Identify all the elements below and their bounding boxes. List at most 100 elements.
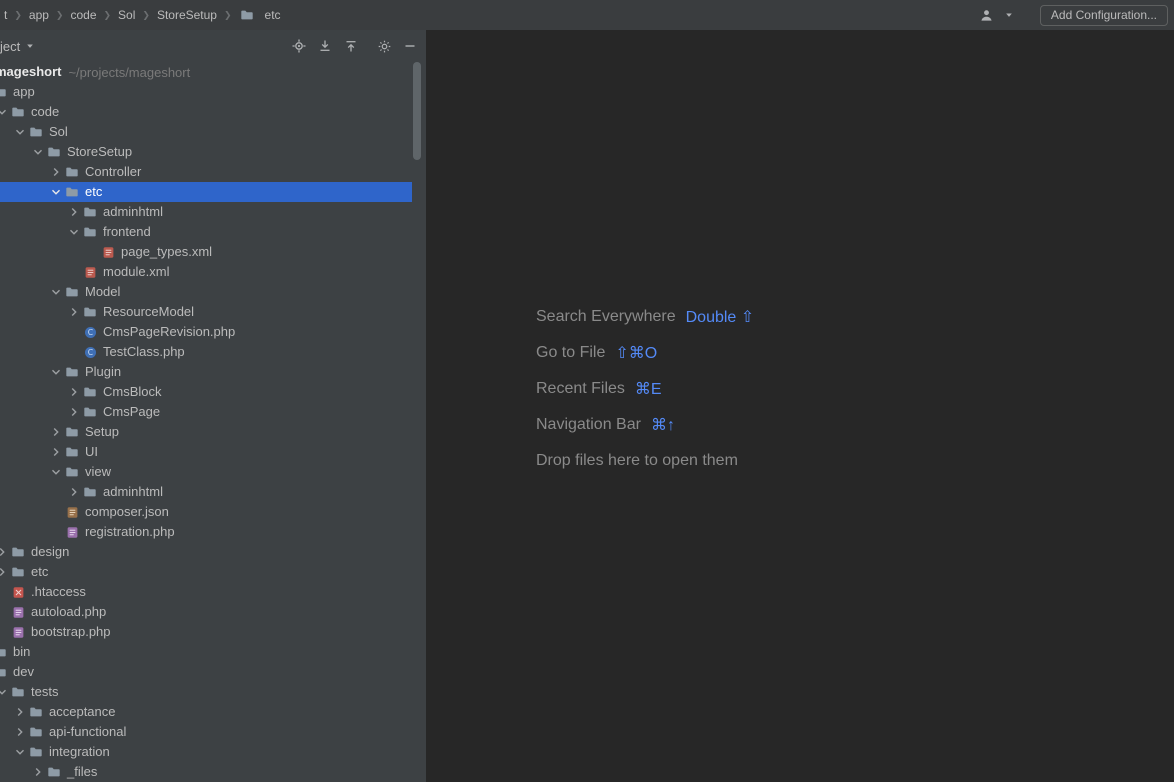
tree-item-label: view bbox=[85, 462, 111, 482]
xml-icon bbox=[100, 244, 116, 260]
tree-row[interactable]: module.xml bbox=[0, 262, 412, 282]
user-menu-button[interactable] bbox=[979, 7, 1022, 23]
collapse-all-button[interactable] bbox=[343, 38, 359, 54]
tree-row[interactable]: frontend bbox=[0, 222, 412, 242]
breadcrumb-item[interactable]: StoreSetup bbox=[157, 8, 217, 22]
breadcrumb-item[interactable]: app bbox=[29, 8, 49, 22]
chevron-down-icon[interactable] bbox=[48, 464, 64, 480]
tree-item-label: frontend bbox=[103, 222, 151, 242]
shortcut-hint-line: Recent Files⌘E bbox=[536, 371, 754, 407]
chevron-right-icon[interactable] bbox=[48, 424, 64, 440]
breadcrumb-item[interactable]: t bbox=[4, 8, 7, 22]
breadcrumb-label: etc bbox=[265, 8, 281, 22]
folder-icon bbox=[64, 464, 80, 480]
settings-button[interactable] bbox=[376, 38, 392, 54]
project-toolbar bbox=[291, 38, 426, 54]
tree-item-label: _files bbox=[67, 762, 97, 782]
expand-all-button[interactable] bbox=[317, 38, 333, 54]
tree-row[interactable]: tests bbox=[0, 682, 412, 702]
arrow-up-to-line-icon bbox=[343, 38, 359, 54]
tree-row[interactable]: etc bbox=[0, 562, 412, 582]
tree-row[interactable]: CmsPage bbox=[0, 402, 412, 422]
select-opened-file-button[interactable] bbox=[291, 38, 307, 54]
project-view-selector[interactable]: ject bbox=[0, 39, 35, 54]
breadcrumb-item[interactable]: code bbox=[70, 8, 96, 22]
folder-icon bbox=[64, 424, 80, 440]
tree-row[interactable]: registration.php bbox=[0, 522, 412, 542]
project-panel-header: ject bbox=[0, 30, 426, 62]
chevron-right-icon[interactable] bbox=[66, 384, 82, 400]
shortcut-hint-line: Search EverywhereDouble ⇧ bbox=[536, 299, 754, 335]
minus-icon bbox=[402, 38, 418, 54]
chevron-right-icon[interactable] bbox=[66, 204, 82, 220]
chevron-right-icon[interactable] bbox=[0, 544, 10, 560]
tree-row[interactable]: dev bbox=[0, 662, 412, 682]
chevron-down-icon[interactable] bbox=[0, 104, 10, 120]
breadcrumb-item[interactable]: Sol bbox=[118, 8, 135, 22]
shortcut-hint-line: Drop files here to open them bbox=[536, 443, 754, 479]
chevron-right-icon[interactable] bbox=[30, 764, 46, 780]
chevron-right-icon[interactable] bbox=[0, 564, 10, 580]
tree-row[interactable]: StoreSetup bbox=[0, 142, 412, 162]
shortcut-hint-label: Recent Files bbox=[536, 380, 625, 398]
chevron-down-icon[interactable] bbox=[12, 124, 28, 140]
tree-row[interactable]: Setup bbox=[0, 422, 412, 442]
tree-row[interactable]: page_types.xml bbox=[0, 242, 412, 262]
tree-row[interactable]: Controller bbox=[0, 162, 412, 182]
breadcrumb-item[interactable]: etc bbox=[239, 7, 281, 23]
tree-row[interactable]: CCmsPageRevision.php bbox=[0, 322, 412, 342]
tree-row[interactable]: Sol bbox=[0, 122, 412, 142]
tree-row[interactable]: api-functional bbox=[0, 722, 412, 742]
scrollbar-thumb[interactable] bbox=[413, 62, 421, 160]
chevron-right-icon[interactable] bbox=[66, 404, 82, 420]
tree-row[interactable]: .htaccess bbox=[0, 582, 412, 602]
project-view-label: ject bbox=[0, 39, 20, 54]
tree-row[interactable]: bin bbox=[0, 642, 412, 662]
tree-row[interactable]: acceptance bbox=[0, 702, 412, 722]
chevron-right-icon[interactable] bbox=[66, 484, 82, 500]
tree-row[interactable]: app bbox=[0, 82, 412, 102]
tree-row[interactable]: bootstrap.php bbox=[0, 622, 412, 642]
tree-row[interactable]: CmsBlock bbox=[0, 382, 412, 402]
chevron-right-icon[interactable] bbox=[12, 724, 28, 740]
chevron-down-icon[interactable] bbox=[30, 144, 46, 160]
chevron-down-icon[interactable] bbox=[66, 224, 82, 240]
gear-icon bbox=[376, 38, 392, 54]
tree-item-label: page_types.xml bbox=[121, 242, 212, 262]
folder-icon bbox=[239, 7, 255, 23]
tree-row[interactable]: mageshort~/projects/mageshort bbox=[0, 62, 412, 82]
shortcut-hint-label: Go to File bbox=[536, 344, 605, 362]
hide-panel-button[interactable] bbox=[402, 38, 418, 54]
tree-row[interactable]: ResourceModel bbox=[0, 302, 412, 322]
tree-row[interactable]: Model bbox=[0, 282, 412, 302]
tree-row[interactable]: CTestClass.php bbox=[0, 342, 412, 362]
folder-icon bbox=[82, 384, 98, 400]
chevron-down-icon[interactable] bbox=[0, 684, 10, 700]
tree-row[interactable]: adminhtml bbox=[0, 482, 412, 502]
tree-row[interactable]: code bbox=[0, 102, 412, 122]
folder-icon bbox=[64, 164, 80, 180]
chevron-right-icon[interactable] bbox=[66, 304, 82, 320]
tree-row[interactable]: Plugin bbox=[0, 362, 412, 382]
tree-row[interactable]: composer.json bbox=[0, 502, 412, 522]
tree-row[interactable]: adminhtml bbox=[0, 202, 412, 222]
chevron-down-icon[interactable] bbox=[48, 284, 64, 300]
chevron-down-icon[interactable] bbox=[48, 184, 64, 200]
chevron-spacer bbox=[84, 244, 100, 260]
chevron-right-icon[interactable] bbox=[48, 164, 64, 180]
tree-row[interactable]: design bbox=[0, 542, 412, 562]
tree-row[interactable]: integration bbox=[0, 742, 412, 762]
tree-row[interactable]: autoload.php bbox=[0, 602, 412, 622]
add-configuration-button[interactable]: Add Configuration... bbox=[1040, 5, 1168, 26]
chevron-down-icon[interactable] bbox=[48, 364, 64, 380]
class-icon: C bbox=[82, 344, 98, 360]
chevron-down-icon[interactable] bbox=[12, 744, 28, 760]
tree-row[interactable]: _files bbox=[0, 762, 412, 782]
chevron-right-icon[interactable] bbox=[48, 444, 64, 460]
tree-item-label: UI bbox=[85, 442, 98, 462]
tree-row[interactable]: etc bbox=[0, 182, 412, 202]
tree-row[interactable]: UI bbox=[0, 442, 412, 462]
tree-row[interactable]: view bbox=[0, 462, 412, 482]
tree-item-label: registration.php bbox=[85, 522, 175, 542]
chevron-right-icon[interactable] bbox=[12, 704, 28, 720]
